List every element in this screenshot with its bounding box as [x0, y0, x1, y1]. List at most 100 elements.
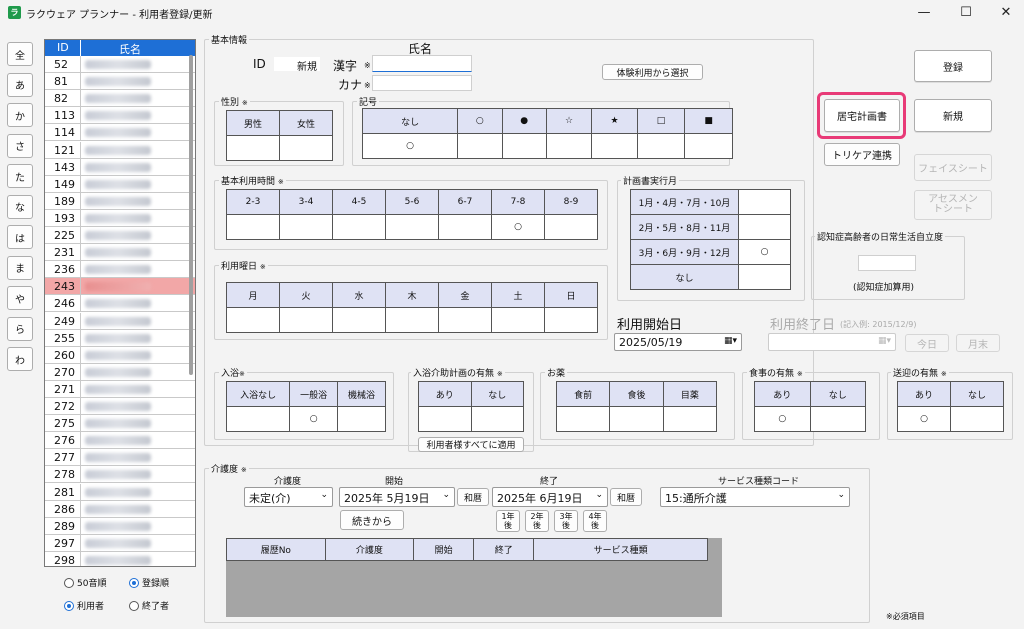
list-item[interactable]: 82	[45, 90, 195, 108]
day-cell[interactable]	[279, 307, 333, 333]
plan-month-option[interactable]: 1月・4月・7月・10月	[630, 189, 739, 215]
list-item[interactable]: 243	[45, 278, 195, 296]
history-header-4[interactable]: サービス種類	[533, 538, 708, 561]
list-item[interactable]: 121	[45, 141, 195, 159]
years-later-button-4[interactable]: 4年後	[583, 510, 607, 532]
list-item[interactable]: 286	[45, 500, 195, 518]
history-header-3[interactable]: 終了	[473, 538, 535, 561]
bath-mark-2[interactable]	[337, 406, 386, 432]
history-header-1[interactable]: 介護度	[324, 538, 415, 561]
time-option-6[interactable]: 8-9	[544, 189, 598, 215]
gender-table[interactable]: 男性 女性	[226, 110, 333, 161]
trial-select-button[interactable]: 体験利用から選択	[602, 64, 703, 80]
day-option-5[interactable]: 土	[491, 282, 545, 308]
day-option-4[interactable]: 金	[438, 282, 492, 308]
meal-option-1[interactable]: なし	[809, 381, 866, 407]
transport-option-1[interactable]: なし	[950, 381, 1004, 407]
time-mark-6[interactable]	[544, 214, 598, 240]
sort-kana-radio[interactable]: 50音順	[64, 576, 106, 589]
time-option-1[interactable]: 3-4	[279, 189, 333, 215]
meal-option-0[interactable]: あり	[754, 381, 811, 407]
plan-month-table[interactable]: 1月・4月・7月・10月 2月・5月・8月・11月 3月・6月・9月・12月 ○ なし	[630, 189, 791, 290]
symbol-option-1[interactable]: ○	[457, 108, 503, 134]
assessment-sheet-button[interactable]: アセスメントシート	[914, 190, 992, 220]
kana-button-7[interactable]: ま	[7, 255, 33, 280]
symbol-option-5[interactable]: □	[636, 108, 686, 134]
service-code-select[interactable]: 15:通所介護 ⌄	[660, 487, 850, 507]
symbol-mark-2[interactable]	[501, 133, 547, 159]
month-end-button[interactable]: 月末	[956, 334, 1000, 352]
list-item[interactable]: 289	[45, 517, 195, 535]
bath-plan-cell[interactable]	[418, 406, 472, 432]
bath-mark-0[interactable]	[225, 406, 291, 432]
maximize-button[interactable]: ☐	[946, 0, 986, 26]
meal-mark-1[interactable]	[809, 406, 866, 432]
kana-button-6[interactable]: は	[7, 225, 33, 249]
apply-all-button[interactable]: 利用者様すべてに適用	[418, 437, 524, 452]
medicine-option-2[interactable]: 目薬	[662, 381, 718, 407]
transport-table[interactable]: あり なし ○	[897, 381, 1004, 432]
list-item[interactable]: 281	[45, 483, 195, 501]
toricare-button[interactable]: トリケア連携	[824, 143, 900, 166]
meal-table[interactable]: あり なし ○	[754, 381, 866, 432]
day-cell[interactable]	[226, 307, 280, 333]
time-option-2[interactable]: 4-5	[332, 189, 386, 215]
history-body[interactable]	[226, 561, 722, 617]
medicine-cell[interactable]	[662, 406, 718, 432]
plan-month-option[interactable]: 2月・5月・8月・11月	[630, 214, 739, 240]
end-date-picker[interactable]: ▦▾	[768, 333, 896, 351]
sort-registered-radio[interactable]: 登録順	[129, 576, 169, 589]
symbol-mark-6[interactable]	[684, 133, 733, 159]
gender-cell[interactable]	[226, 135, 280, 161]
time-option-5[interactable]: 7-8	[491, 189, 545, 215]
symbol-mark-0[interactable]: ○	[361, 133, 459, 159]
list-item[interactable]: 297	[45, 534, 195, 552]
day-cell[interactable]	[385, 307, 439, 333]
list-item[interactable]: 236	[45, 261, 195, 279]
medicine-cell[interactable]	[609, 406, 664, 432]
day-cell[interactable]	[491, 307, 545, 333]
day-option-0[interactable]: 月	[226, 282, 280, 308]
list-item[interactable]: 149	[45, 175, 195, 193]
kana-button-5[interactable]: な	[7, 194, 33, 219]
transport-option-0[interactable]: あり	[897, 381, 951, 407]
list-item[interactable]: 275	[45, 415, 195, 433]
history-table[interactable]: 履歴No 介護度 開始 終了 サービス種類	[226, 538, 708, 561]
list-item[interactable]: 52	[45, 56, 195, 73]
user-list[interactable]: ID 氏名 52 81 82 113 114 121 143 149 189 193 225 231 2…	[44, 39, 196, 567]
bath-plan-table[interactable]: あり なし	[418, 381, 524, 432]
symbol-option-4[interactable]: ★	[591, 108, 638, 134]
time-mark-1[interactable]	[279, 214, 333, 240]
history-header-2[interactable]: 開始	[413, 538, 475, 561]
day-option-6[interactable]: 日	[544, 282, 598, 308]
plan-month-option[interactable]: 3月・6月・9月・12月	[630, 239, 739, 265]
list-item[interactable]: 225	[45, 227, 195, 244]
symbol-mark-1[interactable]	[457, 133, 503, 159]
new-button[interactable]: 新規	[914, 99, 992, 132]
gender-female[interactable]: 女性	[279, 110, 333, 136]
list-item[interactable]: 113	[45, 107, 195, 125]
kana-button-2[interactable]: か	[7, 103, 33, 127]
time-table[interactable]: 2-3 3-4 4-5 5-6 6-7 7-8 8-9 ○	[226, 189, 598, 240]
list-item[interactable]: 231	[45, 244, 195, 262]
kana-button-8[interactable]: や	[7, 286, 33, 310]
list-item[interactable]: 81	[45, 73, 195, 91]
minimize-button[interactable]: —	[904, 0, 944, 26]
list-item[interactable]: 246	[45, 295, 195, 313]
face-sheet-button[interactable]: フェイスシート	[914, 154, 992, 181]
continue-button[interactable]: 続きから	[340, 510, 404, 530]
symbol-mark-4[interactable]	[591, 133, 638, 159]
medicine-table[interactable]: 食前 食後 目薬	[555, 381, 718, 432]
bath-mark-1[interactable]: ○	[289, 406, 339, 432]
medicine-option-0[interactable]: 食前	[555, 381, 611, 407]
bath-plan-cell[interactable]	[470, 406, 524, 432]
plan-month-mark[interactable]: ○	[738, 239, 791, 265]
wareki-start-button[interactable]: 和暦	[457, 488, 489, 506]
care-start-select[interactable]: 2025年 5月19日 ⌄	[339, 487, 455, 507]
time-mark-2[interactable]	[332, 214, 386, 240]
time-option-4[interactable]: 6-7	[438, 189, 492, 215]
list-item[interactable]: 255	[45, 329, 195, 347]
symbol-option-6[interactable]: ■	[684, 108, 733, 134]
gender-male[interactable]: 男性	[226, 110, 280, 136]
years-later-button-3[interactable]: 3年後	[554, 510, 578, 532]
